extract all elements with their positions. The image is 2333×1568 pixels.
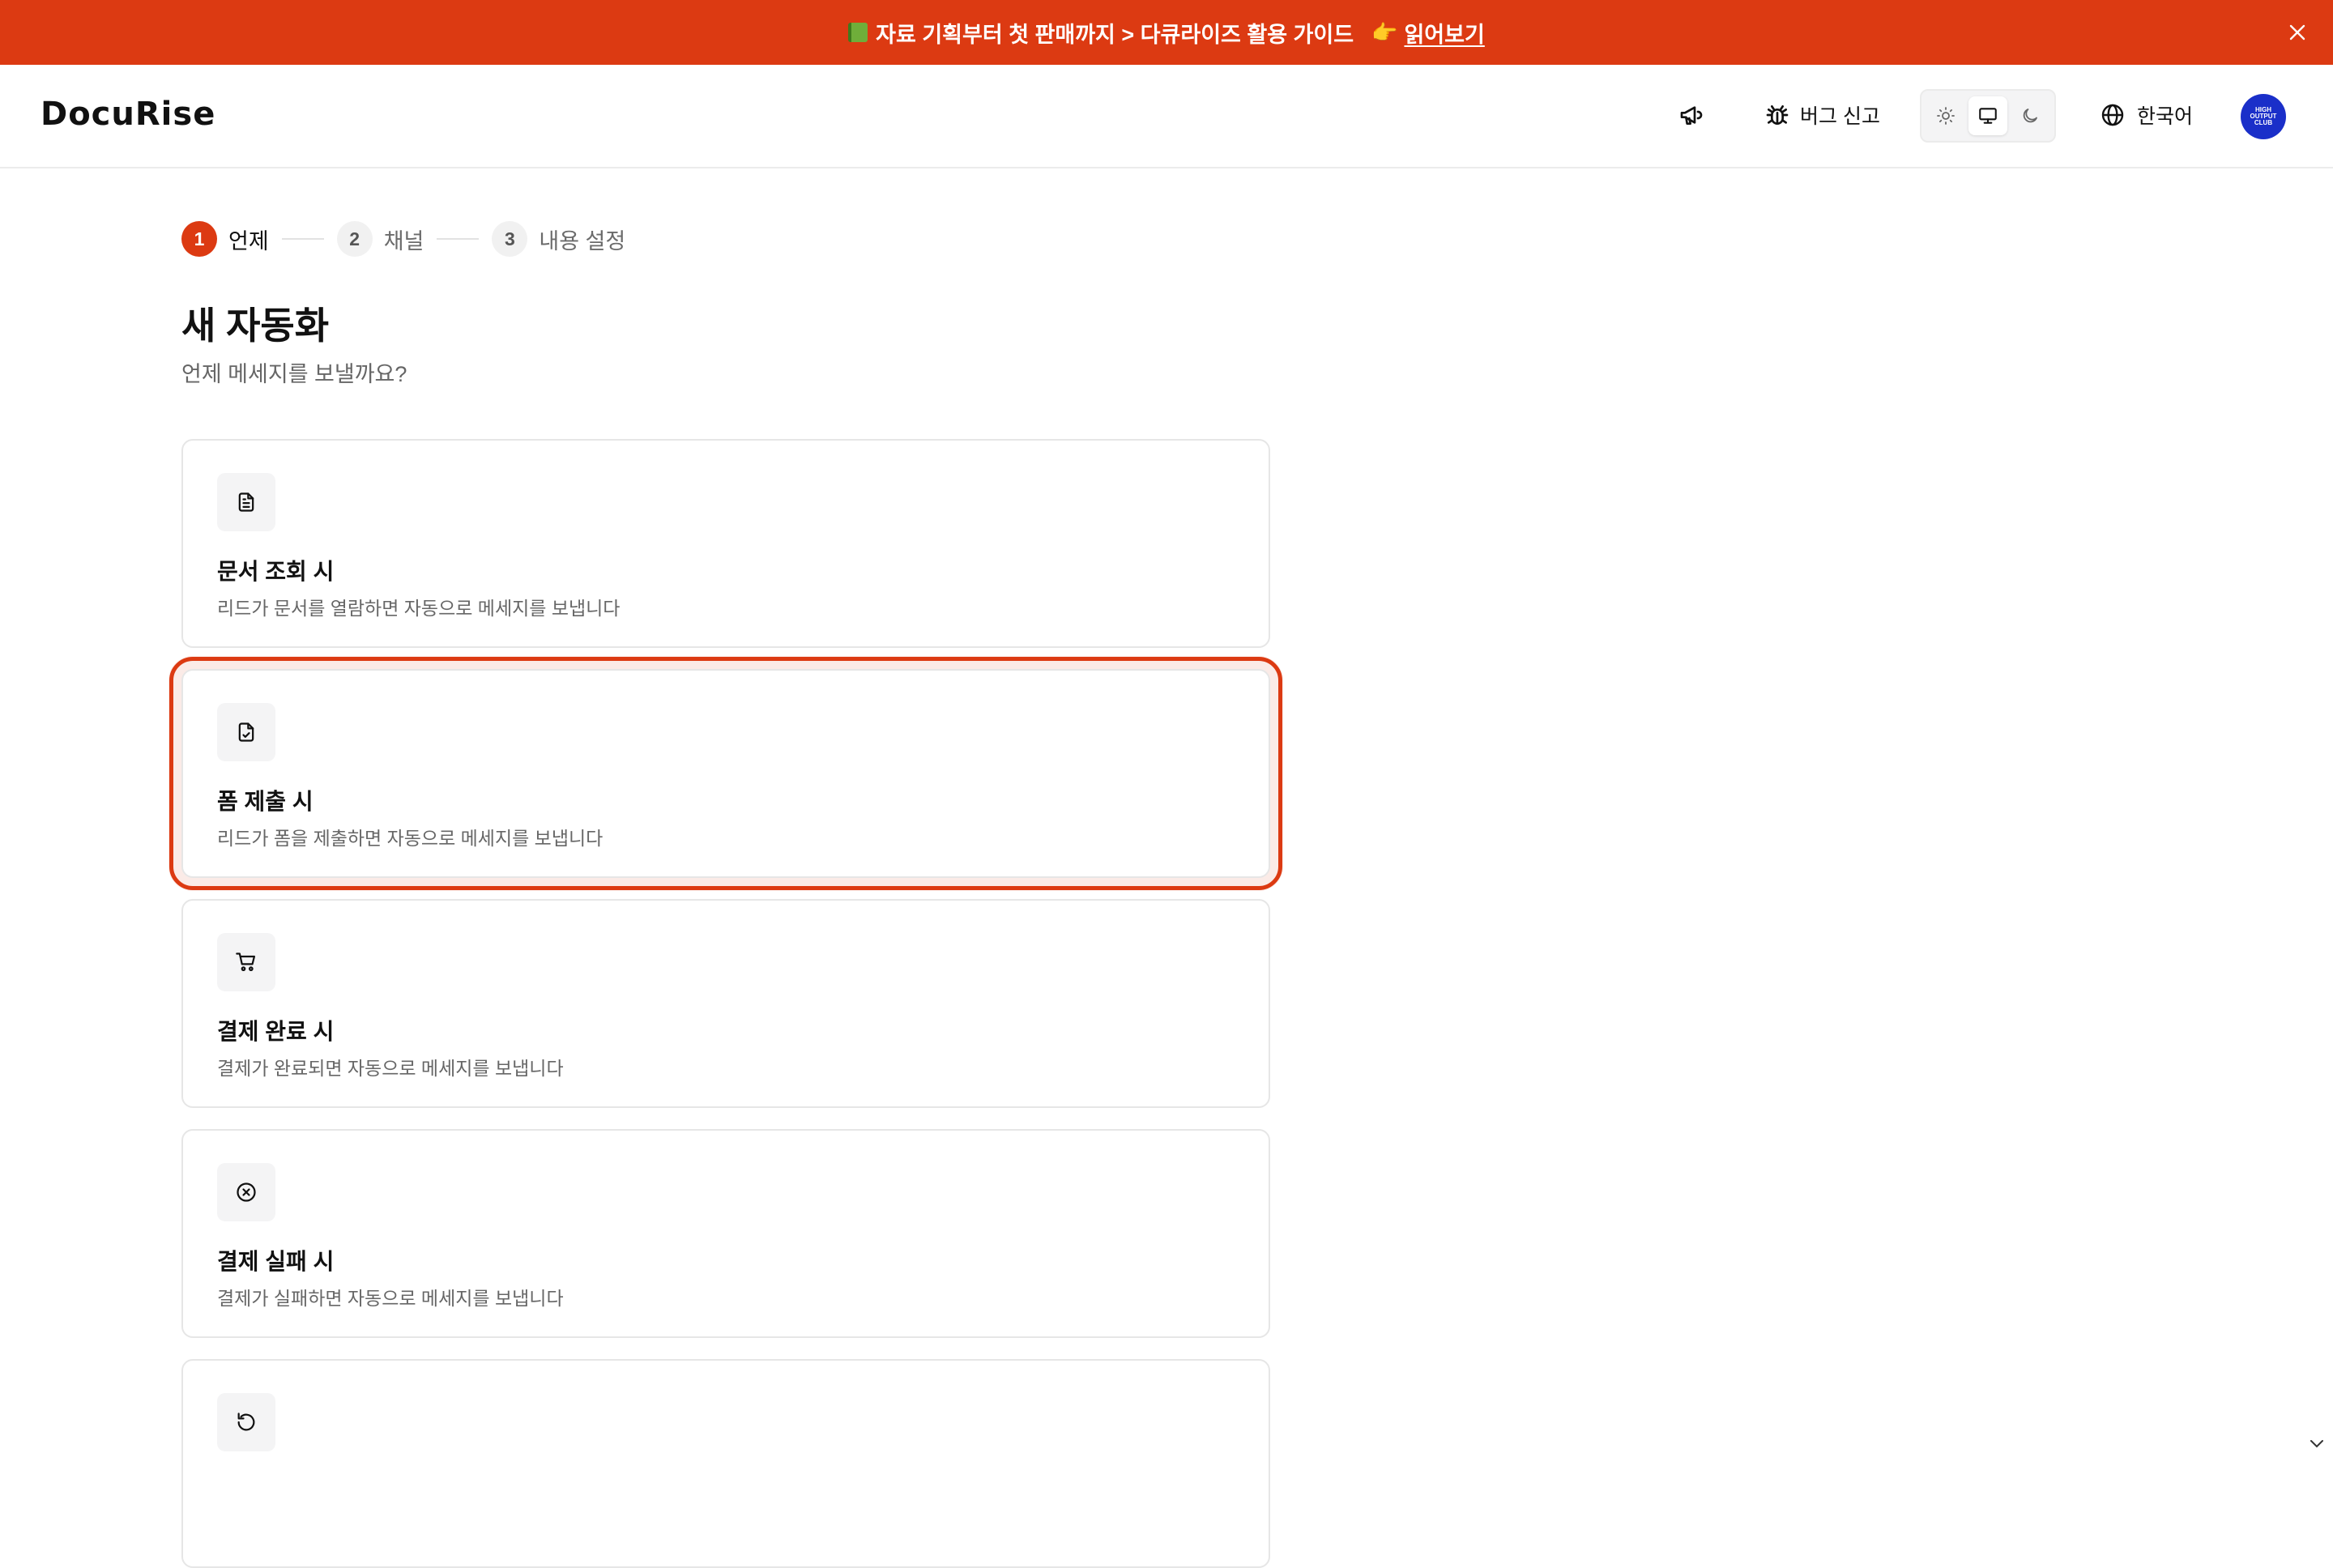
- trigger-card-document-view[interactable]: 문서 조회 시 리드가 문서를 열람하면 자동으로 메세지를 보냅니다: [181, 439, 1270, 648]
- step-divider: [437, 238, 480, 240]
- x-circle-icon: [237, 1182, 256, 1202]
- banner-read-link[interactable]: 읽어보기: [1404, 17, 1484, 49]
- card-title: 결제 완료 시: [217, 1019, 335, 1044]
- document-icon: [238, 492, 254, 512]
- page-title: 새 자동화: [181, 305, 330, 347]
- banner-text: 자료 기획부터 첫 판매까지 > 다큐라이즈 활용 가이드: [876, 22, 1354, 47]
- moon-icon: [2023, 109, 2037, 123]
- form-check-icon: [238, 722, 254, 742]
- step-label: 내용 설정: [539, 228, 626, 254]
- top-header: DocuRise 버그 신고 한국어 HIGH OUTPUT CLUB: [0, 65, 2333, 168]
- bug-icon: [1766, 105, 1789, 125]
- card-title: 폼 제출 시: [217, 789, 313, 814]
- step-content[interactable]: 3 내용 설정: [492, 221, 625, 257]
- trigger-card-refund[interactable]: [181, 1359, 1270, 1568]
- step-label: 언제: [228, 228, 269, 254]
- step-label: 채널: [383, 228, 424, 254]
- announcement-banner: 자료 기획부터 첫 판매까지 > 다큐라이즈 활용 가이드 👉 읽어보기: [0, 0, 2333, 65]
- language-label: 한국어: [2137, 105, 2194, 128]
- megaphone-icon: [1680, 106, 1703, 125]
- globe-icon: [2101, 104, 2124, 126]
- banner-close-button[interactable]: [2283, 18, 2312, 47]
- step-divider: [281, 238, 324, 240]
- card-title: 문서 조회 시: [217, 559, 335, 584]
- chevron-down-icon[interactable]: [2307, 1434, 2327, 1453]
- page-subtitle: 언제 메세지를 보낼까요?: [181, 362, 407, 386]
- close-icon: [2289, 24, 2305, 40]
- announcements-button[interactable]: [1675, 99, 1708, 131]
- trigger-card-form-submit[interactable]: 폼 제출 시 리드가 폼을 제출하면 자동으로 메세지를 보냅니다: [169, 657, 1282, 890]
- card-description: 결제가 완료되면 자동으로 메세지를 보냅니다: [217, 1058, 564, 1079]
- card-icon-box: [217, 1163, 275, 1221]
- theme-switcher: [1920, 89, 2056, 143]
- trigger-card-payment-failed[interactable]: 결제 실패 시 결제가 실패하면 자동으로 메세지를 보냅니다: [181, 1129, 1270, 1338]
- book-icon: [848, 23, 868, 42]
- logo[interactable]: DocuRise: [41, 96, 215, 133]
- trigger-card-payment-complete[interactable]: 결제 완료 시 결제가 완료되면 자동으로 메세지를 보냅니다: [181, 899, 1270, 1108]
- avatar-text: HIGH OUTPUT CLUB: [2250, 106, 2277, 126]
- card-title: 결제 실패 시: [217, 1249, 335, 1274]
- step-channel[interactable]: 2 채널: [336, 221, 424, 257]
- theme-system-button[interactable]: [1968, 96, 2007, 135]
- bug-report-label: 버그 신고: [1800, 105, 1880, 128]
- bug-report-button[interactable]: 버그 신고: [1764, 99, 1880, 131]
- card-icon-box: [217, 1393, 275, 1451]
- card-description: 결제가 실패하면 자동으로 메세지를 보냅니다: [217, 1288, 564, 1309]
- step-number: 1: [181, 221, 217, 257]
- card-description: 리드가 폼을 제출하면 자동으로 메세지를 보냅니다: [217, 828, 604, 849]
- refresh-icon: [237, 1412, 255, 1431]
- sun-icon: [1937, 107, 1955, 125]
- stepper: 1 언제 2 채널 3 내용 설정: [181, 221, 625, 257]
- monitor-icon: [1979, 108, 1997, 124]
- card-icon-box: [217, 703, 275, 761]
- step-number: 3: [492, 221, 528, 257]
- step-number: 2: [336, 221, 373, 257]
- language-selector[interactable]: 한국어: [2100, 99, 2193, 131]
- theme-dark-button[interactable]: [2011, 96, 2049, 135]
- card-description: 리드가 문서를 열람하면 자동으로 메세지를 보냅니다: [217, 598, 621, 619]
- card-icon-box: [217, 933, 275, 991]
- avatar[interactable]: HIGH OUTPUT CLUB: [2241, 94, 2286, 139]
- step-when[interactable]: 1 언제: [181, 221, 269, 257]
- cart-icon: [236, 952, 256, 972]
- theme-light-button[interactable]: [1926, 96, 1965, 135]
- card-icon-box: [217, 473, 275, 531]
- pointing-hand-icon: 👉: [1371, 19, 1398, 45]
